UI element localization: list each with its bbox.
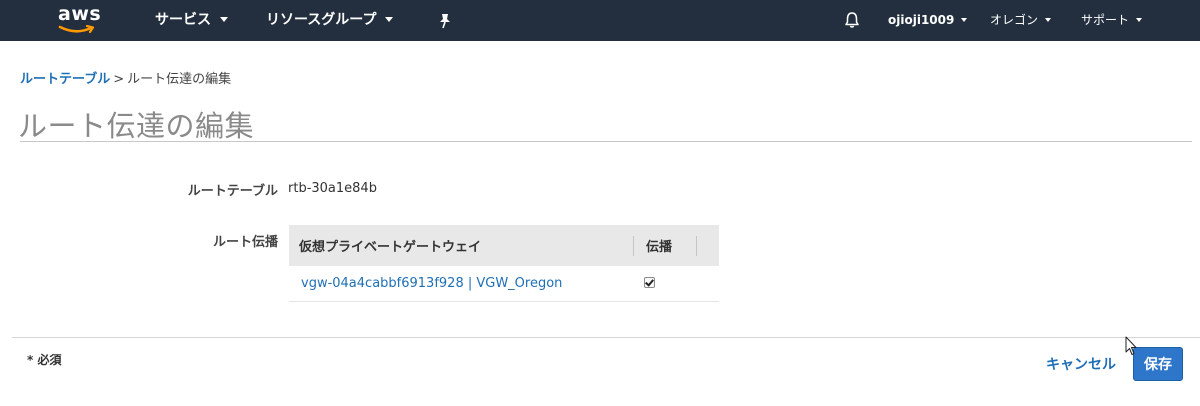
aws-logo-text: aws: [58, 3, 102, 25]
support-menu-label: サポート: [1081, 13, 1130, 27]
route-table-value: rtb-30a1e84b: [288, 181, 377, 196]
propagate-cell: [634, 266, 719, 302]
table-row: vgw-04a4cabbf6913f928 | VGW_Oregon: [289, 266, 719, 302]
route-table-label: ルートテーブル: [187, 184, 278, 199]
breadcrumb: ルートテーブル > ルート伝達の編集: [20, 68, 231, 87]
table-header-row: 仮想プライベートゲートウェイ 伝播: [289, 225, 719, 266]
pin-icon[interactable]: [438, 13, 452, 33]
chevron-down-icon: [220, 16, 228, 22]
route-propagation-table: 仮想プライベートゲートウェイ 伝播 vgw-04a4cabbf6913f928 …: [289, 225, 719, 302]
save-button[interactable]: 保存: [1133, 347, 1183, 381]
resource-groups-menu[interactable]: リソースグループ: [266, 0, 394, 41]
chevron-down-icon: [1045, 17, 1052, 22]
column-header-propagate[interactable]: 伝播: [634, 225, 719, 266]
gateway-cell: vgw-04a4cabbf6913f928 | VGW_Oregon: [289, 266, 634, 302]
column-header-label: 伝播: [646, 240, 673, 255]
region-menu-label: オレゴン: [990, 13, 1039, 27]
footer-divider: [12, 337, 1200, 338]
column-divider: [696, 236, 697, 256]
gateway-link[interactable]: vgw-04a4cabbf6913f928 | VGW_Oregon: [301, 276, 562, 291]
breadcrumb-current: ルート伝達の編集: [127, 72, 232, 87]
route-propagation-label: ルート伝播: [212, 235, 278, 250]
aws-smile-icon: [58, 25, 95, 34]
propagate-checkbox[interactable]: [644, 277, 655, 288]
breadcrumb-link-route-tables[interactable]: ルートテーブル: [20, 72, 110, 87]
top-navigation-bar: aws サービス リソースグループ ojioji1009 オレゴン サポート: [0, 0, 1200, 41]
services-menu[interactable]: サービス: [155, 0, 228, 41]
account-menu[interactable]: ojioji1009: [888, 0, 968, 41]
breadcrumb-separator: >: [113, 72, 125, 87]
column-header-virtual-private-gateway[interactable]: 仮想プライベートゲートウェイ: [289, 225, 634, 266]
resource-groups-menu-label: リソースグループ: [266, 12, 377, 28]
cancel-button[interactable]: キャンセル: [1046, 354, 1116, 374]
chevron-down-icon: [1136, 17, 1143, 22]
column-header-label: 仮想プライベートゲートウェイ: [299, 240, 482, 255]
services-menu-label: サービス: [155, 12, 211, 28]
aws-logo[interactable]: aws: [58, 3, 102, 35]
page-title: ルート伝達の編集: [18, 109, 255, 143]
required-note: * 必須: [27, 353, 62, 367]
title-divider: [20, 141, 1192, 142]
mouse-cursor-icon: [1125, 336, 1137, 360]
bell-icon[interactable]: [844, 11, 860, 33]
chevron-down-icon: [385, 16, 394, 22]
chevron-down-icon: [961, 17, 968, 22]
support-menu[interactable]: サポート: [1081, 0, 1143, 41]
region-menu[interactable]: オレゴン: [990, 0, 1052, 41]
account-menu-label: ojioji1009: [888, 13, 955, 27]
